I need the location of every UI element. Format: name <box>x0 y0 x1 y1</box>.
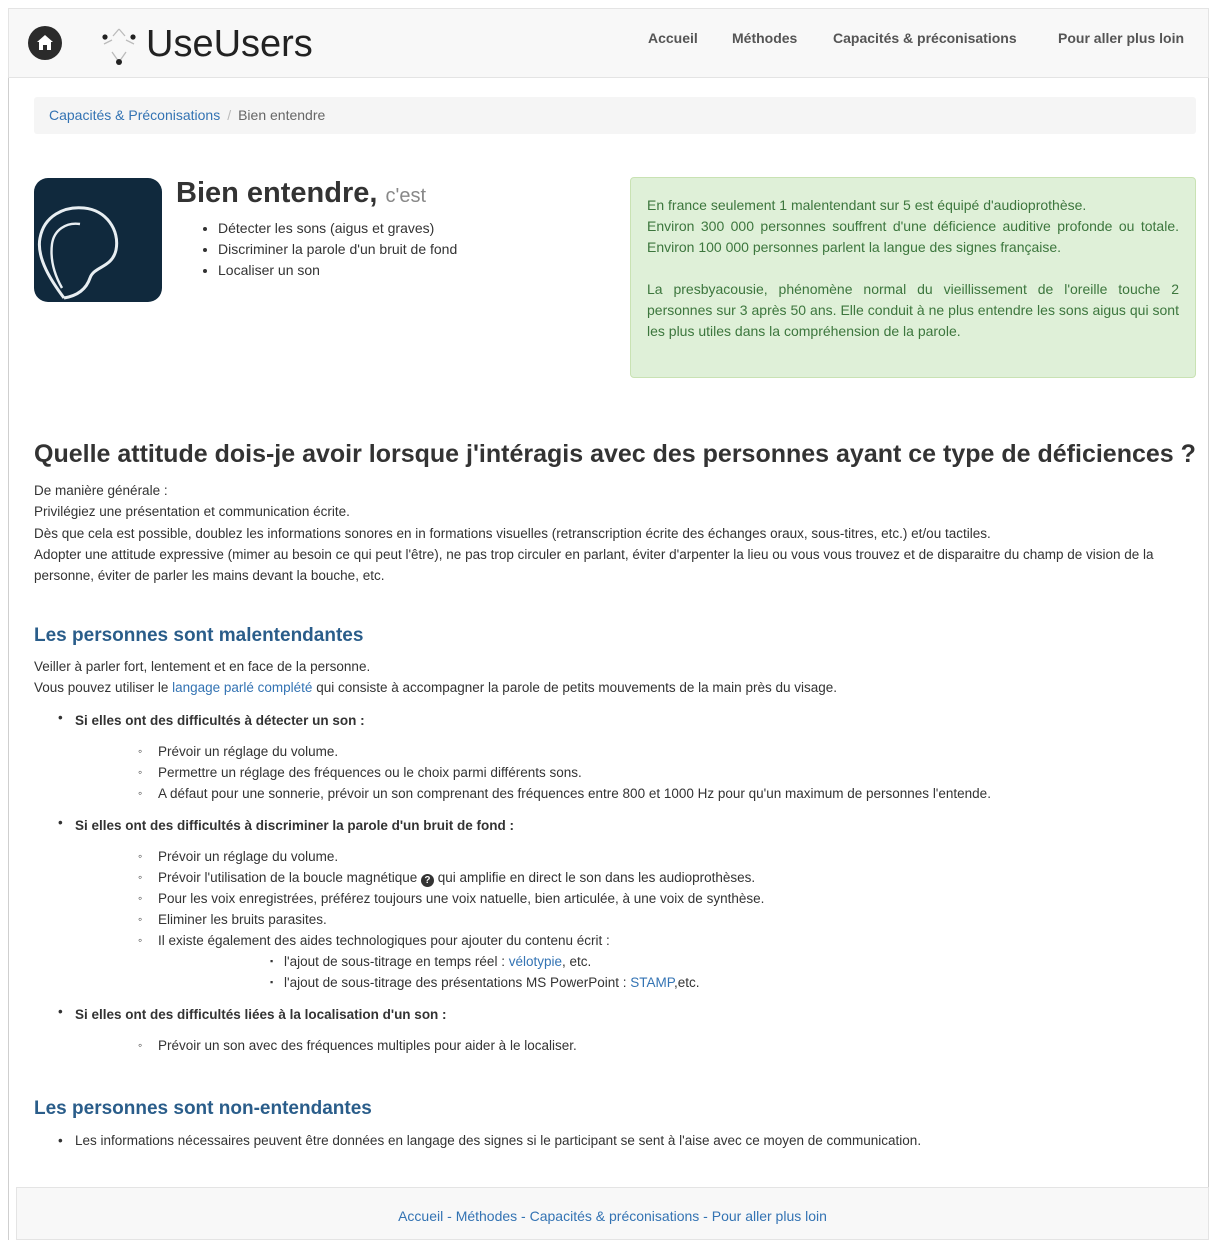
nav-capacites[interactable]: Capacités & préconisations <box>833 30 1017 46</box>
brand-title[interactable]: UseUsers <box>146 20 313 68</box>
footer-link-capacites[interactable]: Capacités & préconisations <box>530 1208 700 1224</box>
sub-list: Prévoir un son avec des fréquences multi… <box>75 1035 1199 1056</box>
intro-text: qui consiste à accompagner la parole de … <box>312 680 837 696</box>
intro-text: Vous pouvez utiliser le <box>34 680 173 696</box>
sub-list-item: Prévoir l'utilisation de la boucle magné… <box>75 867 1199 888</box>
list-item: Les informations nécessaires peuvent êtr… <box>34 1130 1199 1151</box>
breadcrumb-separator: / <box>227 107 232 123</box>
general-line: Dès que cela est possible, doublez les i… <box>34 525 991 541</box>
item-text: l'ajout de sous-titrage en temps réel : <box>284 954 509 969</box>
nav-pour-aller-plus-loin[interactable]: Pour aller plus loin <box>1058 30 1184 46</box>
general-line: De manière générale : <box>34 483 168 498</box>
group-title: Si elles ont des difficultés liées à la … <box>75 1007 447 1022</box>
footer-link-accueil[interactable]: Accueil <box>398 1208 443 1224</box>
question-icon[interactable]: ? <box>420 874 434 887</box>
langage-parle-complete-link[interactable]: langage parlé complété <box>172 680 312 695</box>
sub-sub-list-item: l'ajout de sous-titrage en temps réel : … <box>158 951 1199 972</box>
section-heading-nonentendantes: Les personnes sont non-entendantes <box>34 1098 372 1119</box>
sub-list: Prévoir un réglage du volume. Permettre … <box>75 741 1199 804</box>
alert-line: Environ 300 000 personnes souffrent d'un… <box>647 218 1179 255</box>
footer-link-pour-aller-plus-loin[interactable]: Pour aller plus loin <box>712 1208 827 1224</box>
sub-sub-list: l'ajout de sous-titrage en temps réel : … <box>158 951 1199 993</box>
hero-list: Détecter les sons (aigus et graves) Disc… <box>200 218 457 281</box>
sub-list-item: Eliminer les bruits parasites. <box>75 909 1199 930</box>
item-text: l'ajout de sous-titrage des présentation… <box>284 975 631 990</box>
nonentendantes-list: Les informations nécessaires peuvent êtr… <box>34 1130 1199 1151</box>
nav-accueil[interactable]: Accueil <box>648 30 698 46</box>
intro-line: Veiller à parler fort, lentement et en f… <box>34 659 371 674</box>
group-title: Si elles ont des difficultés à discrimin… <box>75 818 515 833</box>
item-text: Prévoir l'utilisation de la boucle magné… <box>158 870 421 885</box>
general-line: Privilégiez une présentation et communic… <box>34 504 350 520</box>
footer: Accueil - Méthodes - Capacités & préconi… <box>16 1187 1209 1240</box>
footer-link-methodes[interactable]: Méthodes <box>456 1208 517 1224</box>
breadcrumb: Capacités & Préconisations / Bien entendre <box>34 97 1196 134</box>
sub-list-item: Pour les voix enregistrées, préférez tou… <box>75 888 1199 909</box>
sub-list-item: A défaut pour une sonnerie, prévoir un s… <box>75 783 1199 804</box>
difficulties-list: Si elles ont des difficultés à détecter … <box>34 710 1199 1056</box>
home-icon[interactable] <box>28 26 62 60</box>
general-line: Adopter une attitude expressive (mimer a… <box>34 546 1154 584</box>
main-heading: Quelle attitude dois-je avoir lorsque j'… <box>34 440 1196 468</box>
sub-list-item: Permettre un réglage des fréquences ou l… <box>75 762 1199 783</box>
breadcrumb-parent-link[interactable]: Capacités & Préconisations <box>49 107 220 123</box>
info-alert: En france seulement 1 malentendant sur 5… <box>630 177 1196 378</box>
alert-paragraph-2: La presbyacousie, phénomène normal du vi… <box>647 281 1179 339</box>
hero-subtitle: c'est <box>385 185 427 207</box>
sub-list-item: Il existe également des aides technologi… <box>75 930 1199 993</box>
hero-list-item: Détecter les sons (aigus et graves) <box>218 218 457 239</box>
item-text: qui amplifie en direct le son dans les a… <box>433 870 756 885</box>
alert-paragraph-1: En france seulement 1 malentendant sur 5… <box>647 195 1179 258</box>
list-item: Si elles ont des difficultés à détecter … <box>34 710 1199 804</box>
sub-sub-list-item: l'ajout de sous-titrage des présentation… <box>158 972 1199 993</box>
sub-list-item: Prévoir un réglage du volume. <box>75 741 1199 762</box>
list-item: Si elles ont des difficultés liées à la … <box>34 1004 1199 1056</box>
footer-separator: - <box>699 1208 712 1224</box>
hero-title-text: Bien entendre, <box>176 177 378 209</box>
stamp-link[interactable]: STAMP <box>630 975 674 990</box>
sub-list: Prévoir un réglage du volume. Prévoir l'… <box>75 846 1199 993</box>
group-title: Si elles ont des difficultés à détecter … <box>75 713 365 728</box>
general-guidance: De manière générale : Privilégiez une pr… <box>34 480 1199 586</box>
sub-list-item: Prévoir un réglage du volume. <box>75 846 1199 867</box>
velotypie-link[interactable]: vélotypie <box>509 954 562 969</box>
section-heading-malentendantes: Les personnes sont malentendantes <box>34 625 364 646</box>
intro-line: Vous pouvez utiliser le langage parlé co… <box>34 677 1199 698</box>
footer-separator: - <box>443 1208 456 1224</box>
footer-separator: - <box>517 1208 530 1224</box>
ear-image <box>34 178 162 302</box>
hero-list-item: Discriminer la parole d'un bruit de fond <box>218 239 457 260</box>
logo-icon[interactable] <box>98 26 140 66</box>
alert-line: En france seulement 1 malentendant sur 5… <box>647 197 1087 213</box>
nav-methodes[interactable]: Méthodes <box>732 30 797 46</box>
malentendantes-intro: Veiller à parler fort, lentement et en f… <box>34 656 1199 699</box>
hero-title: Bien entendre, c'est <box>176 177 426 210</box>
breadcrumb-current: Bien entendre <box>238 107 326 123</box>
hero-list-item: Localiser un son <box>218 260 457 281</box>
list-item: Si elles ont des difficultés à discrimin… <box>34 815 1199 993</box>
item-text: Il existe également des aides technologi… <box>158 933 610 948</box>
item-text: , etc. <box>562 954 592 969</box>
sub-list-item: Prévoir un son avec des fréquences multi… <box>75 1035 1199 1056</box>
item-text: ,etc. <box>674 975 700 990</box>
